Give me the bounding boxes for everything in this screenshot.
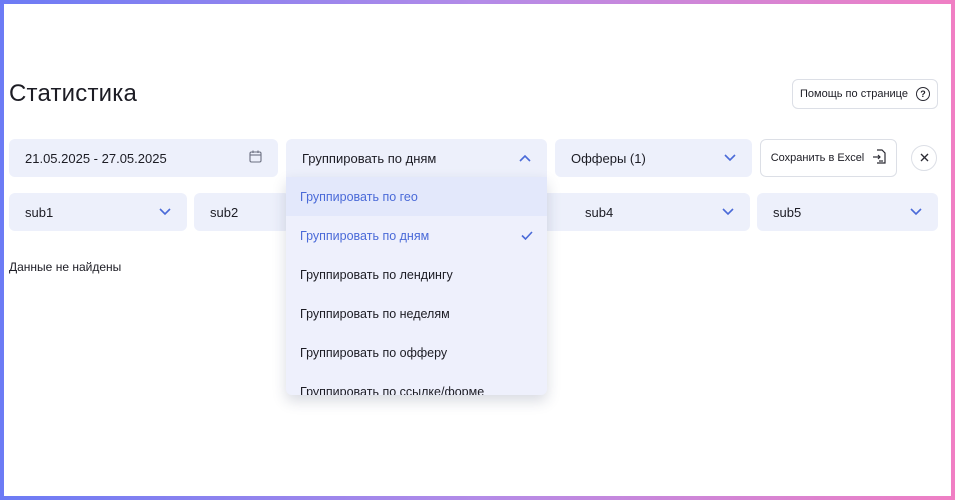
sub1-select[interactable]: sub1 bbox=[9, 193, 187, 231]
help-button[interactable]: Помощь по странице ? bbox=[792, 79, 938, 109]
chevron-down-icon bbox=[724, 154, 736, 162]
sub4-select[interactable]: sub4 bbox=[569, 193, 750, 231]
group-option-label: Группировать по офферу bbox=[300, 345, 448, 360]
group-by-select[interactable]: Группировать по дням bbox=[286, 139, 547, 177]
offers-value: Офферы (1) bbox=[571, 150, 646, 166]
sub5-label: sub5 bbox=[773, 204, 802, 220]
offers-select[interactable]: Офферы (1) bbox=[555, 139, 752, 177]
group-option-label: Группировать по лендингу bbox=[300, 267, 453, 282]
sub1-label: sub1 bbox=[25, 204, 54, 220]
group-option-link-form[interactable]: Группировать по ссылке/форме bbox=[286, 372, 547, 396]
sub4-label: sub4 bbox=[585, 204, 614, 220]
group-option-label: Группировать по ссылке/форме bbox=[300, 384, 485, 396]
export-excel-button[interactable]: Сохранить в Excel bbox=[760, 139, 897, 177]
chevron-down-icon bbox=[722, 208, 734, 216]
chevron-down-icon bbox=[910, 208, 922, 216]
question-icon: ? bbox=[915, 87, 930, 101]
group-option-label: Группировать по дням bbox=[300, 228, 430, 243]
chevron-down-icon bbox=[159, 208, 171, 216]
date-range-picker[interactable]: 21.05.2025 - 27.05.2025 bbox=[9, 139, 278, 177]
date-range-value: 21.05.2025 - 27.05.2025 bbox=[25, 150, 167, 166]
group-option-weeks[interactable]: Группировать по неделям bbox=[286, 294, 547, 333]
export-file-icon bbox=[872, 149, 886, 167]
group-option-offer[interactable]: Группировать по офферу bbox=[286, 333, 547, 372]
empty-state-text: Данные не найдены bbox=[9, 260, 122, 274]
group-option-landing[interactable]: Группировать по лендингу bbox=[286, 255, 547, 294]
group-by-dropdown: Группировать по гео Группировать по дням… bbox=[286, 177, 547, 395]
close-icon bbox=[920, 149, 929, 167]
sub5-select[interactable]: sub5 bbox=[757, 193, 938, 231]
group-option-label: Группировать по неделям bbox=[300, 306, 450, 321]
help-button-label: Помощь по странице bbox=[800, 88, 908, 100]
group-by-value: Группировать по дням bbox=[302, 150, 437, 166]
calendar-icon bbox=[249, 150, 262, 166]
sub2-select[interactable]: sub2 bbox=[194, 193, 290, 231]
group-option-label: Группировать по гео bbox=[300, 189, 418, 204]
sub2-label: sub2 bbox=[210, 204, 239, 220]
page-title: Статистика bbox=[9, 80, 138, 107]
export-excel-label: Сохранить в Excel bbox=[770, 152, 865, 164]
check-icon bbox=[521, 229, 533, 243]
chevron-up-icon bbox=[519, 154, 531, 162]
clear-filters-button[interactable] bbox=[911, 145, 937, 171]
group-option-days[interactable]: Группировать по дням bbox=[286, 216, 547, 255]
group-option-geo[interactable]: Группировать по гео bbox=[286, 177, 547, 216]
